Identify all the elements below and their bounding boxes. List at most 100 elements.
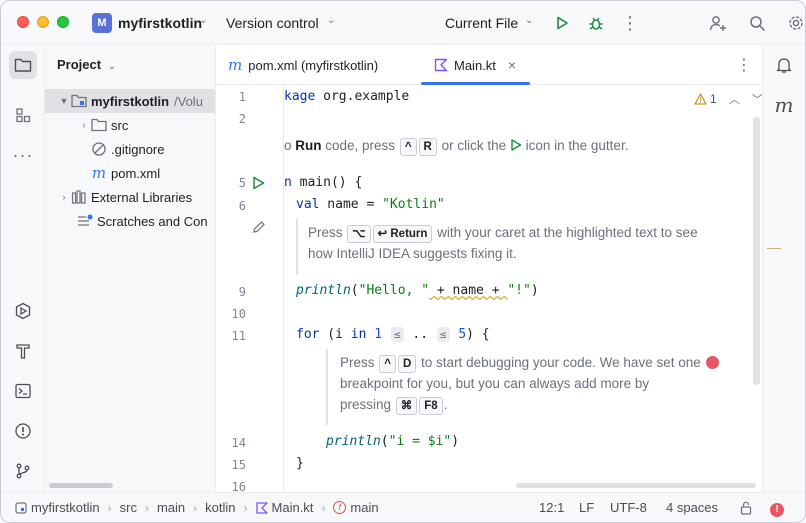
- code-line-11: for (i in 1 ≤ .. ≤ 5) {: [296, 327, 490, 342]
- tree-item-scratches[interactable]: Scratches and Con: [45, 209, 215, 233]
- chevron-down-icon: ⌄: [327, 15, 336, 26]
- indent-setting[interactable]: 4 spaces: [666, 500, 718, 515]
- breadcrumb-item[interactable]: src: [120, 500, 137, 515]
- run-configuration-dropdown[interactable]: Current File: [445, 15, 518, 31]
- breadcrumb: myfirstkotlin › src › main › kotlin › Ma…: [15, 500, 379, 515]
- editor-gutter: 1 2 5 6 9 10 11 14 15 16: [216, 85, 284, 494]
- breadcrumb-item[interactable]: kotlin: [205, 500, 235, 515]
- tab-actions-button[interactable]: ⋮: [736, 45, 752, 85]
- tree-item-path: /Volu: [174, 93, 203, 109]
- breadcrumb-item[interactable]: Main.kt: [272, 500, 314, 515]
- chevron-down-icon: ⌄: [199, 15, 208, 26]
- close-tab-icon[interactable]: ×: [508, 57, 516, 73]
- error-icon: !: [770, 503, 784, 517]
- tree-item-label: Scratches and Con: [97, 213, 208, 229]
- line-number: 2: [238, 112, 246, 126]
- stripe-marker: [767, 248, 781, 249]
- tab-main-kt[interactable]: Main.kt ×: [434, 45, 516, 85]
- tree-item-myfirstkotlin[interactable]: ▼ myfirstkotlin /Volu: [45, 89, 215, 113]
- breadcrumb-item[interactable]: main: [157, 500, 185, 515]
- folder-icon: [91, 117, 107, 133]
- caret-position[interactable]: 12:1: [539, 500, 564, 515]
- zoom-window-button[interactable]: [57, 16, 69, 28]
- project-name-dropdown[interactable]: myfirstkotlin: [118, 15, 202, 31]
- line-number: 6: [238, 199, 246, 213]
- line-number: 9: [238, 285, 246, 299]
- breakpoint-icon: [705, 356, 719, 369]
- tree-item-label: myfirstkotlin: [91, 93, 170, 109]
- pencil-icon[interactable]: [252, 220, 266, 234]
- tab-pom-xml[interactable]: m pom.xml (myfirstkotlin): [228, 45, 378, 85]
- ignore-file-icon: [91, 141, 107, 157]
- terminal-tool-button[interactable]: [9, 377, 37, 405]
- tree-item-label: .gitignore: [111, 141, 165, 157]
- more-actions-button[interactable]: ⋮: [619, 12, 641, 34]
- read-only-toggle[interactable]: [740, 501, 752, 518]
- terminal-icon: [15, 383, 31, 399]
- structure-icon: [16, 108, 31, 123]
- maven-icon: m: [774, 93, 794, 117]
- notifications-button[interactable]: [770, 51, 798, 79]
- line-separator[interactable]: LF: [579, 500, 594, 515]
- inspection-widget[interactable]: 1 ︿ ﹀: [694, 91, 763, 107]
- function-icon: f: [333, 501, 347, 514]
- line-number: 15: [231, 458, 246, 472]
- chevron-right-icon: ›: [321, 500, 326, 515]
- scratches-icon: [77, 213, 93, 229]
- editor-horizontal-scrollbar[interactable]: [516, 483, 756, 488]
- code-area[interactable]: kage org.example o Run code, press ^ R or…: [284, 85, 764, 492]
- file-encoding[interactable]: UTF-8: [610, 500, 647, 515]
- breadcrumb-item[interactable]: main: [350, 500, 378, 515]
- tree-item-pom-xml[interactable]: m pom.xml: [45, 161, 215, 185]
- settings-button[interactable]: [785, 12, 805, 34]
- close-window-button[interactable]: [17, 16, 29, 28]
- tree-item-src[interactable]: › src: [45, 113, 215, 137]
- editor-vertical-scrollbar[interactable]: [753, 117, 760, 385]
- warning-count: 1: [710, 92, 717, 106]
- project-horizontal-scrollbar[interactable]: [49, 483, 113, 488]
- search-icon: [749, 15, 765, 31]
- module-folder-icon: [71, 93, 87, 109]
- tree-item-label: src: [111, 117, 129, 133]
- doc-bar: [296, 219, 298, 275]
- run-button[interactable]: [551, 12, 573, 34]
- line-number: 11: [231, 329, 246, 343]
- build-tool-button[interactable]: [9, 337, 37, 365]
- error-indicator[interactable]: !: [770, 500, 784, 517]
- editor-area: m pom.xml (myfirstkotlin) Main.kt × ⋮ 1 …: [216, 45, 764, 494]
- problems-tool-button[interactable]: [9, 417, 37, 445]
- more-tools-button[interactable]: ···: [9, 141, 37, 169]
- tree-item-gitignore[interactable]: .gitignore: [45, 137, 215, 161]
- tree-item-external-libraries[interactable]: › External Libraries: [45, 185, 215, 209]
- editor-tabs: m pom.xml (myfirstkotlin) Main.kt × ⋮: [216, 45, 764, 85]
- minimize-window-button[interactable]: [37, 16, 49, 28]
- add-user-button[interactable]: [707, 12, 729, 34]
- problems-icon: [15, 423, 31, 439]
- status-bar: myfirstkotlin › src › main › kotlin › Ma…: [1, 492, 805, 522]
- collapsed-arrow-icon: ›: [82, 120, 86, 130]
- gutter-run-icon[interactable]: [252, 176, 265, 190]
- structure-tool-button[interactable]: [9, 101, 37, 129]
- code-line-15: }: [296, 456, 304, 471]
- inlay-hint: ≤: [390, 327, 404, 342]
- previous-highlight-icon[interactable]: ︿: [729, 91, 740, 107]
- project-tool-button[interactable]: [9, 51, 37, 79]
- version-control-dropdown[interactable]: Version control: [226, 15, 319, 31]
- code-line-9: println("Hello, " + name + "!"): [296, 283, 539, 298]
- collapsed-arrow-icon: ›: [62, 192, 66, 202]
- search-button[interactable]: [746, 12, 768, 34]
- services-tool-button[interactable]: [9, 297, 37, 325]
- project-panel-title[interactable]: Project ⌄: [57, 57, 116, 72]
- maven-tool-button[interactable]: m: [770, 91, 798, 119]
- code-line-6: val name = "Kotlin": [296, 197, 445, 212]
- project-badge[interactable]: M: [92, 13, 112, 33]
- right-tool-stripe: m: [762, 45, 805, 492]
- debug-button[interactable]: [585, 12, 607, 34]
- project-panel: Project ⌄ ▼ myfirstkotlin /Volu › src .g…: [45, 45, 216, 492]
- breadcrumb-item[interactable]: myfirstkotlin: [31, 500, 100, 515]
- services-icon: [15, 302, 31, 320]
- bug-icon: [589, 17, 603, 30]
- git-tool-button[interactable]: [9, 457, 37, 485]
- kotlin-icon: [434, 58, 448, 72]
- chevron-right-icon: ›: [193, 500, 198, 515]
